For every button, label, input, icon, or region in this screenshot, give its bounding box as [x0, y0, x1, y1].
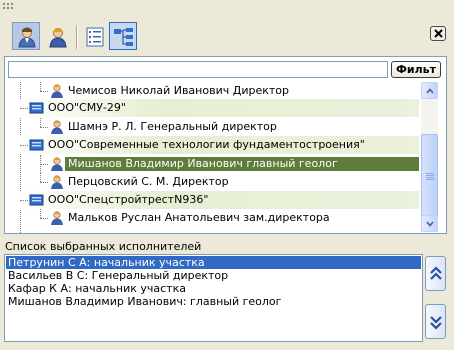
tree-node-org[interactable]: ООО"Современные технологии фундаментостр…: [17, 136, 419, 154]
move-down-button[interactable]: [425, 304, 446, 339]
close-icon: [434, 29, 443, 38]
list-item[interactable]: Васильев В С: Генеральный директор: [6, 269, 421, 282]
tree-node-person-selected[interactable]: Мишанов Владимир Иванович главный геолог: [17, 155, 419, 173]
tree-structure-icon: [114, 28, 133, 46]
user-button[interactable]: [43, 22, 71, 50]
tree-node-label: Перцовский С. М. Директор: [68, 175, 229, 188]
tree-node-label: Мишанов Владимир Иванович главный геолог: [65, 157, 419, 171]
toolbar-separator: [76, 25, 78, 49]
organization-icon: [29, 194, 44, 206]
list-view-button[interactable]: [80, 22, 108, 50]
person-icon: [51, 157, 63, 171]
tree-node-label: Мальков Руслан Анатольевич зам.директора: [68, 211, 330, 224]
scroll-thumb[interactable]: [421, 134, 438, 218]
employee-tree-panel: Фильт Чемисов Николай Иванович Директор …: [4, 56, 447, 234]
toolbar: [10, 22, 137, 52]
person-icon: [51, 84, 63, 98]
filter-button[interactable]: Фильт: [391, 61, 441, 78]
move-up-button[interactable]: [425, 256, 446, 291]
tree-node-person[interactable]: Мальков Руслан Анатольевич зам.директора: [17, 209, 419, 227]
tree-node-org[interactable]: ООО"СМУ-29": [17, 99, 419, 117]
double-chevron-down-icon: [430, 316, 442, 330]
tree-scrollbar[interactable]: [421, 82, 438, 232]
employee-tree: Чемисов Николай Иванович Директор ООО"СМ…: [17, 82, 419, 233]
filter-input[interactable]: [8, 61, 388, 78]
chevron-down-icon: [426, 221, 434, 227]
scroll-up-button[interactable]: [421, 82, 438, 99]
user-group-button[interactable]: [12, 22, 40, 50]
scroll-down-button[interactable]: [421, 215, 438, 232]
chevron-up-icon: [426, 88, 434, 94]
tree-view-button[interactable]: [109, 22, 137, 50]
organization-icon: [29, 139, 44, 151]
tree-node-person[interactable]: Перцовский С. М. Директор: [17, 173, 419, 191]
user-icon: [49, 28, 67, 48]
organization-icon: [29, 102, 44, 114]
list-icon: [86, 27, 104, 47]
list-item[interactable]: Мишанов Владимир Иванович: главный геоло…: [6, 295, 421, 308]
tree-node-org[interactable]: ООО"СпецстройтрестN936": [17, 191, 419, 209]
double-chevron-up-icon: [430, 266, 442, 280]
list-item[interactable]: Кафар К А: начальник участка: [6, 282, 421, 295]
selected-executors-list[interactable]: Петрунин С А: начальник участка Васильев…: [4, 254, 423, 342]
tree-node-label: ООО"СпецстройтрестN936": [48, 193, 209, 206]
toolbar-grip[interactable]: [3, 3, 13, 11]
tree-node-person[interactable]: Чемисов Николай Иванович Директор: [17, 82, 419, 100]
tree-node-label: ООО"СМУ-29": [48, 101, 126, 114]
list-item[interactable]: Петрунин С А: начальник участка: [6, 256, 421, 269]
person-icon: [51, 211, 63, 225]
tree-node-person[interactable]: Шамнэ Р. Л. Генеральный директор: [17, 118, 419, 136]
selected-list-caption: Список выбранных исполнителей: [5, 240, 202, 253]
tree-node-label: Чемисов Николай Иванович Директор: [68, 84, 289, 97]
close-button[interactable]: [430, 26, 446, 41]
tree-node-label: Шамнэ Р. Л. Генеральный директор: [68, 120, 277, 133]
tree-node-label: ООО"Современные технологии фундаментостр…: [48, 138, 365, 151]
user-group-icon: [18, 27, 36, 48]
person-icon: [51, 120, 63, 134]
person-icon: [51, 175, 63, 189]
